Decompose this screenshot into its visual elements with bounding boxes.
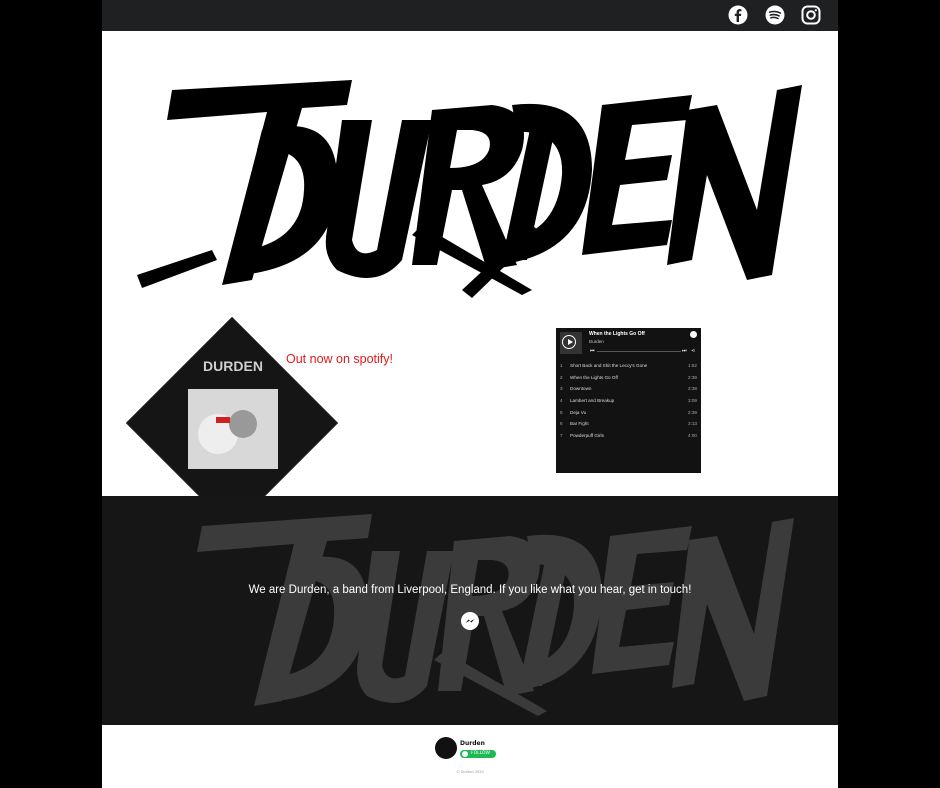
- track-duration: 4:00: [688, 432, 697, 438]
- track-title: Downtown: [570, 386, 592, 392]
- track-row[interactable]: 5 Deja Vu 2:39: [560, 406, 697, 418]
- top-bar: [102, 0, 838, 31]
- spotify-icon[interactable]: [765, 5, 785, 25]
- instagram-icon[interactable]: [801, 5, 821, 25]
- track-duration: 3:09: [688, 398, 697, 404]
- track-number: 1: [560, 363, 563, 369]
- track-number: 3: [560, 386, 563, 392]
- track-number: 7: [560, 432, 563, 438]
- track-number: 5: [560, 409, 563, 415]
- track-row[interactable]: 3 Downtown 2:38: [560, 383, 697, 395]
- avatar[interactable]: [435, 737, 457, 759]
- promo-text: Out now on spotify!: [286, 352, 394, 366]
- track-duration: 2:38: [688, 386, 697, 392]
- player-title: When the Lights Go Off: [589, 331, 645, 337]
- footer-name: Durden: [460, 740, 485, 747]
- track-title: Bar Fight: [570, 421, 589, 427]
- track-row[interactable]: 1 Short Back and Shit the Leccy's Gone 1:5…: [560, 360, 697, 372]
- facebook-icon[interactable]: [728, 5, 748, 25]
- share-icon[interactable]: ⋖: [691, 348, 695, 354]
- spotify-logo-icon[interactable]: [690, 331, 697, 338]
- track-title: Deja Vu: [570, 409, 587, 415]
- track-duration: 2:39: [688, 409, 697, 415]
- track-row[interactable]: 4 Lambert and Breakup 3:09: [560, 395, 697, 407]
- track-row[interactable]: 6 Bar Fight 3:13: [560, 418, 697, 430]
- player-artist: Durden: [589, 339, 604, 344]
- next-icon[interactable]: ⏭: [682, 348, 687, 354]
- about-banner: We are Durden, a band from Liverpool, En…: [102, 496, 838, 725]
- play-button[interactable]: [562, 335, 576, 349]
- banner-logo: [197, 514, 794, 716]
- follow-button[interactable]: FOLLOW: [460, 750, 496, 758]
- track-title: Powderpuff Girls: [570, 432, 604, 438]
- track-title: Lambert and Breakup: [570, 398, 615, 404]
- track-duration: 1:52: [688, 363, 697, 369]
- track-number: 6: [560, 421, 563, 427]
- track-title: Short Back and Shit the Leccy's Gone: [570, 363, 648, 369]
- track-title: When the Lights Go Off: [570, 374, 618, 380]
- copyright-text: © Durden 2020: [456, 770, 484, 774]
- durden-logo: [137, 80, 802, 298]
- track-list: 1 Short Back and Shit the Leccy's Gone 1:5…: [560, 360, 697, 441]
- footer: Durden FOLLOW © Durden 2020: [102, 725, 838, 788]
- track-row[interactable]: 2 When the Lights Go Off 2:39: [560, 372, 697, 384]
- track-row[interactable]: 7 Powderpuff Girls 4:00: [560, 430, 697, 442]
- previous-icon[interactable]: ⏮: [590, 348, 595, 354]
- page: DURDEN Out now on spotify! When the Ligh…: [102, 0, 838, 788]
- cover-logo-text: DURDEN: [203, 358, 263, 374]
- track-number: 2: [560, 374, 563, 380]
- track-number: 4: [560, 398, 563, 404]
- about-text: We are Durden, a band from Liverpool, En…: [248, 584, 692, 596]
- track-duration: 2:39: [688, 374, 697, 380]
- spotify-player[interactable]: When the Lights Go Off Durden ⏮ ⏭ ⋖ 1 Sho…: [556, 328, 701, 473]
- track-duration: 3:13: [688, 421, 697, 427]
- progress-bar[interactable]: [597, 351, 681, 352]
- messenger-icon[interactable]: [461, 612, 479, 630]
